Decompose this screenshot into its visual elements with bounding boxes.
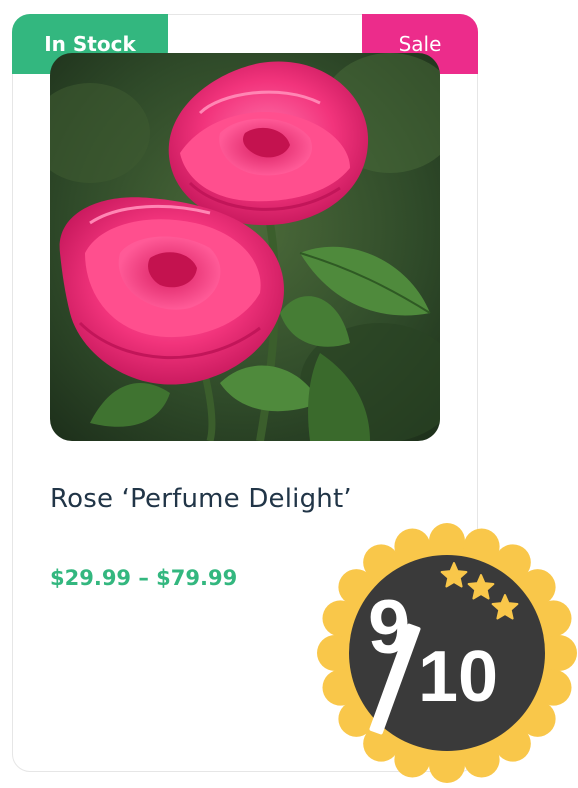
rating-denominator: 10 bbox=[418, 637, 499, 717]
product-title[interactable]: Rose ‘Perfume Delight’ bbox=[50, 484, 352, 514]
rose-photo-icon bbox=[50, 53, 440, 441]
product-price: $29.99 – $79.99 bbox=[50, 566, 238, 590]
product-image[interactable] bbox=[50, 53, 440, 441]
rating-badge: 9 10 bbox=[316, 522, 578, 784]
